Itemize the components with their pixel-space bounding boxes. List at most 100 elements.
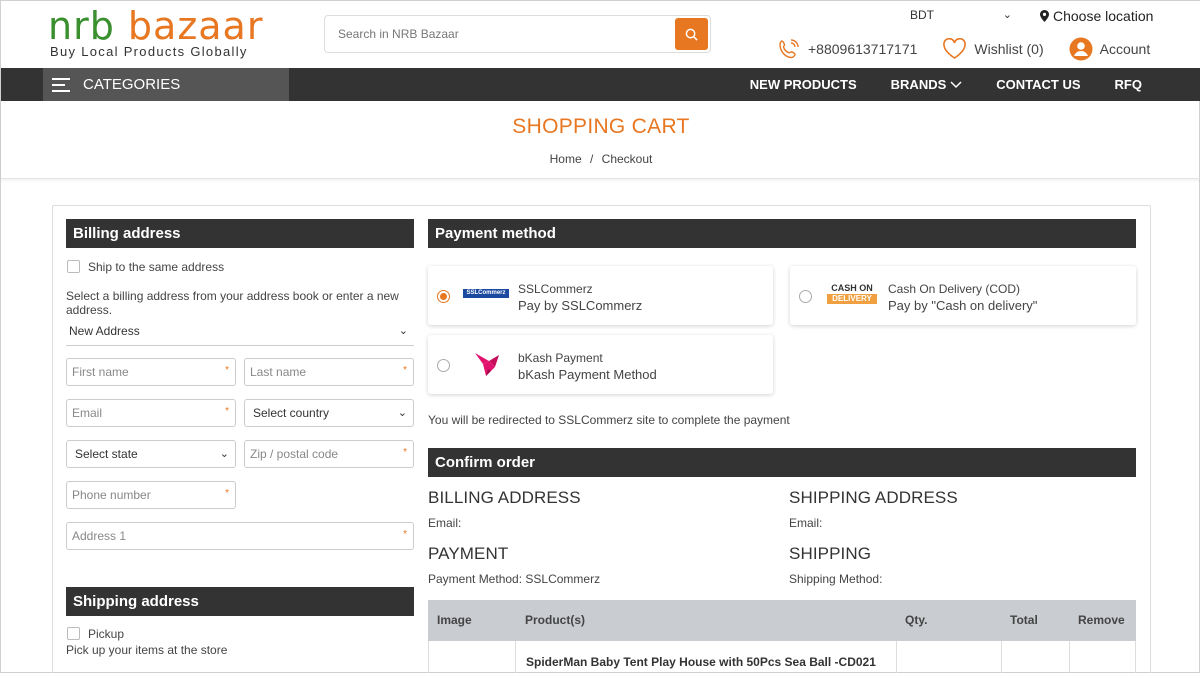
phone-link[interactable]: +8809613717171	[777, 38, 917, 60]
billing-email-label: Email:	[428, 516, 462, 530]
chevron-down-icon: ⌄	[219, 448, 229, 460]
checkout-panel: Billing address Ship to the same address…	[52, 205, 1151, 673]
bkash-name: bKash Payment	[518, 351, 603, 365]
cod-radio[interactable]	[799, 290, 812, 303]
sslcommerz-name: SSLCommerz	[518, 282, 593, 296]
cell-divider	[515, 641, 516, 673]
state-select[interactable]: Select state ⌄	[66, 440, 236, 468]
required-mark: *	[225, 488, 229, 499]
table-row: SpiderMan Baby Tent Play House with 50Pc…	[428, 641, 1136, 673]
wishlist-link[interactable]: Wishlist (0)	[942, 38, 1044, 60]
heart-icon	[943, 38, 967, 59]
last-name-input[interactable]	[245, 359, 413, 385]
location-pin-icon	[1040, 10, 1049, 22]
last-name-field: *	[244, 358, 414, 386]
shipping-address-title: SHIPPING ADDRESS	[789, 488, 958, 507]
billing-heading: Billing address	[66, 219, 414, 248]
zip-input[interactable]	[245, 441, 413, 467]
breadcrumb: Home / Checkout	[1, 152, 1200, 166]
cart-table-header: Image Product(s) Qty. Total Remove	[428, 600, 1136, 641]
cod-logo-bottom: DELIVERY	[827, 294, 877, 304]
bkash-bird-icon	[475, 353, 499, 376]
country-value: Select country	[253, 406, 330, 420]
cod-logo-top: CASH ON	[831, 283, 873, 293]
cod-name: Cash On Delivery (COD)	[888, 282, 1021, 296]
payment-option-cod[interactable]: CASH ON DELIVERY Cash On Delivery (COD) …	[790, 266, 1136, 325]
wishlist-label: Wishlist (0)	[974, 41, 1044, 57]
chevron-down-icon: ⌄	[397, 407, 407, 419]
shipping-heading: Shipping address	[66, 587, 414, 616]
location-label: Choose location	[1053, 8, 1154, 24]
hamburger-icon	[52, 77, 70, 92]
site-header: nrb bazaar Buy Local Products Globally B…	[1, 1, 1200, 68]
sslcommerz-radio[interactable]	[437, 290, 450, 303]
search-bar	[324, 15, 711, 53]
user-icon	[1069, 37, 1093, 61]
billing-address-title: BILLING ADDRESS	[428, 488, 581, 507]
main-nav: CATEGORIES NEW PRODUCTS BRANDS CONTACT U…	[1, 68, 1200, 101]
shipping-email-label: Email:	[789, 516, 823, 530]
categories-button[interactable]: CATEGORIES	[43, 68, 289, 101]
currency-selector[interactable]: BDT ⌄	[910, 8, 1012, 22]
col-qty: Qty.	[905, 613, 928, 627]
phone-input[interactable]	[67, 482, 235, 508]
nav-links: NEW PRODUCTS BRANDS CONTACT US RFQ	[750, 68, 1142, 101]
chevron-down-icon: ⌄	[1002, 9, 1012, 21]
state-value: Select state	[75, 447, 138, 461]
col-total: Total	[1010, 613, 1038, 627]
logo-wordmark: nrb bazaar	[48, 7, 263, 45]
payment-method-summary: Payment Method: SSLCommerz	[428, 572, 601, 586]
bkash-desc: bKash Payment Method	[518, 367, 657, 382]
required-mark: *	[403, 529, 407, 540]
logo-bazaar: bazaar	[127, 4, 264, 48]
search-input[interactable]	[325, 16, 675, 52]
phone-icon	[779, 39, 799, 59]
nav-new-products[interactable]: NEW PRODUCTS	[750, 77, 857, 92]
sslcommerz-logo: SSLCommerz	[463, 289, 509, 298]
phone-number: +8809613717171	[808, 41, 918, 57]
confirm-heading: Confirm order	[428, 448, 1136, 477]
first-name-input[interactable]	[67, 359, 235, 385]
ship-same-label: Ship to the same address	[88, 260, 225, 274]
payment-option-bkash[interactable]: bKash Payment bKash Payment Method	[428, 335, 773, 394]
sslcommerz-desc: Pay by SSLCommerz	[518, 298, 643, 313]
required-mark: *	[403, 365, 407, 376]
nav-brands[interactable]: BRANDS	[891, 77, 963, 92]
cell-divider	[1069, 641, 1070, 673]
ship-same-checkbox[interactable]	[67, 260, 80, 273]
required-mark: *	[225, 406, 229, 417]
nav-rfq[interactable]: RFQ	[1115, 77, 1142, 92]
required-mark: *	[225, 365, 229, 376]
chevron-down-icon: ⌄	[398, 325, 408, 337]
address1-input[interactable]	[67, 523, 413, 549]
payment-title: PAYMENT	[428, 544, 509, 563]
shipping-method-summary: Shipping Method:	[789, 572, 883, 586]
account-link[interactable]: Account	[1069, 37, 1150, 61]
payment-option-sslcommerz[interactable]: SSLCommerz SSLCommerz Pay by SSLCommerz	[428, 266, 773, 325]
address-book-select[interactable]: New Address ⌄	[66, 318, 414, 346]
pickup-description: Pick up your items at the store	[66, 643, 228, 657]
payment-heading: Payment method	[428, 219, 1136, 248]
page-title-section: SHOPPING CART Home / Checkout	[1, 101, 1200, 179]
product-image[interactable]	[454, 663, 490, 673]
country-select[interactable]: Select country ⌄	[244, 399, 414, 427]
address1-field: *	[66, 522, 414, 550]
cod-logo: CASH ON DELIVERY	[827, 283, 877, 305]
redirect-note: You will be redirected to SSLCommerz sit…	[428, 413, 790, 427]
nav-contact-us[interactable]: CONTACT US	[996, 77, 1080, 92]
breadcrumb-separator: /	[589, 152, 594, 166]
email-field: *	[66, 399, 236, 427]
email-input[interactable]	[67, 400, 235, 426]
search-button[interactable]	[675, 18, 708, 50]
cell-divider	[896, 641, 897, 673]
cod-desc: Pay by "Cash on delivery"	[888, 298, 1038, 313]
breadcrumb-home[interactable]: Home	[550, 152, 582, 166]
col-remove: Remove	[1078, 613, 1125, 627]
pickup-checkbox[interactable]	[67, 627, 80, 640]
nav-brands-label: BRANDS	[890, 77, 947, 92]
logo-tagline: Buy Local Products Globally	[50, 44, 248, 59]
site-logo[interactable]: nrb bazaar Buy Local Products Globally	[48, 7, 263, 59]
bkash-radio[interactable]	[437, 359, 450, 372]
choose-location[interactable]: Choose location	[1040, 8, 1153, 24]
product-name-link[interactable]: SpiderMan Baby Tent Play House with 50Pc…	[526, 655, 876, 669]
